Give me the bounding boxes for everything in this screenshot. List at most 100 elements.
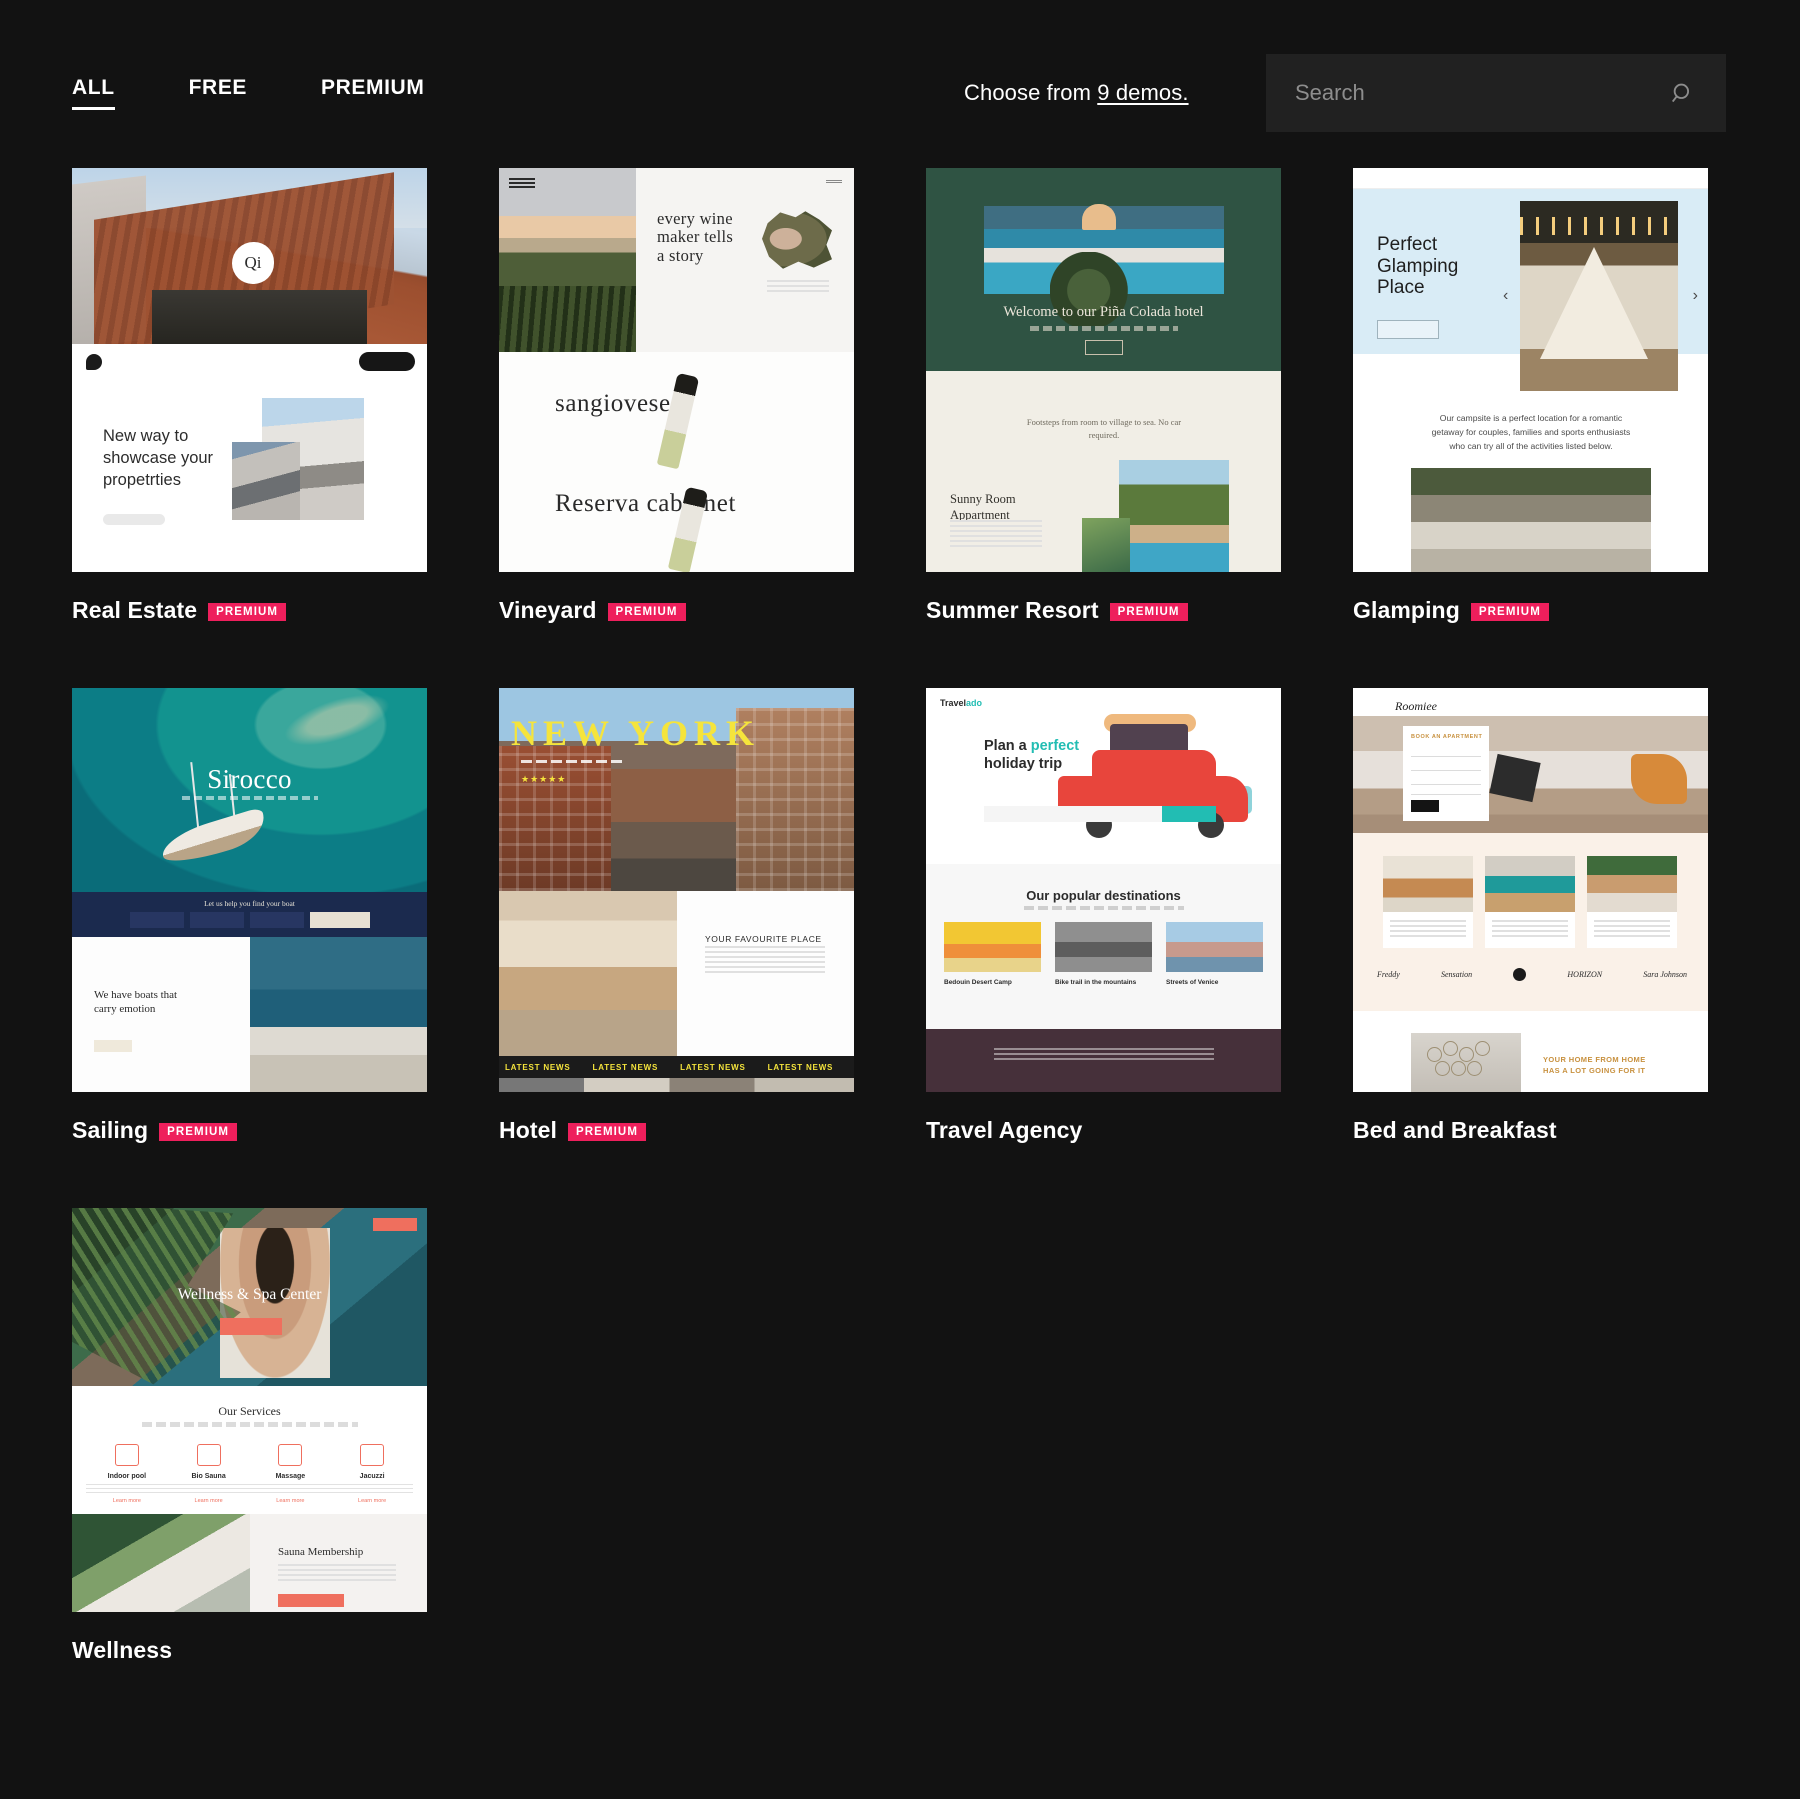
tab-free[interactable]: FREE <box>189 76 247 110</box>
vineyard-wine-2-title: Reserva cabernet <box>555 490 737 517</box>
demo-title: Summer Resort <box>926 596 1099 623</box>
travel-section-title: Our popular destinations <box>1026 888 1181 903</box>
carousel-prev-icon: ‹ <box>1503 287 1509 304</box>
sailing-search-field-1 <box>130 912 184 928</box>
wellness-membership-title: Sauna Membership <box>278 1546 364 1558</box>
bnb-feature-cards <box>1383 856 1677 948</box>
form-field <box>1411 770 1481 771</box>
demo-card-travel-agency[interactable]: Travelado Plan a perfect holiday trip Ou… <box>926 688 1281 1146</box>
hotel-section-title: YOUR FAVOURITE PLACE <box>705 934 822 944</box>
nav-cta-button <box>359 352 415 371</box>
glamping-cta-button <box>1377 320 1439 339</box>
mirror-ring <box>1427 1047 1442 1062</box>
travel-logo-accent: ado <box>966 698 983 708</box>
sailing-search-field-3 <box>250 912 304 928</box>
real-estate-headline: New way to showcase your propetrties <box>103 427 214 489</box>
demo-card-sailing[interactable]: Sirocco Let us help you find your boat W… <box>72 688 427 1146</box>
demo-thumbnail-hotel[interactable]: NEW YORK ★★★★★ YOUR FAVOURITE PLACE LATE… <box>499 688 854 1092</box>
building-left <box>499 746 611 891</box>
demo-title: Sailing <box>72 1116 149 1143</box>
demo-count-link[interactable]: 9 demos. <box>1097 80 1188 105</box>
demo-thumbnail-travel-agency[interactable]: Travelado Plan a perfect holiday trip Ou… <box>926 688 1281 1092</box>
wellness-contact-button <box>373 1218 417 1231</box>
service-item: Jacuzzi Learn more <box>331 1444 413 1504</box>
resort-photo-1 <box>1119 460 1229 572</box>
demo-thumbnail-vineyard[interactable]: every wine maker tells a story sangioves… <box>499 168 854 572</box>
demo-thumbnail-summer-resort[interactable]: Welcome to our Piña Colada hotel Footste… <box>926 168 1281 572</box>
sailing-headline: We have boats that carry emotion <box>94 989 178 1016</box>
orange-pillow <box>1631 754 1687 804</box>
mirror-ring <box>1443 1041 1458 1056</box>
demo-title: Real Estate <box>72 596 198 623</box>
service-desc <box>86 1484 168 1493</box>
form-field <box>1411 756 1481 757</box>
demo-title: Vineyard <box>499 596 597 623</box>
demo-caption: Glamping PREMIUM <box>1353 594 1708 626</box>
wellness-service-list: Indoor pool Learn more Bio Sauna Learn m… <box>86 1444 413 1504</box>
mirror-ring <box>1459 1047 1474 1062</box>
bnb-form-title: BOOK AN APARTMENT <box>1411 734 1483 740</box>
search-box[interactable] <box>1266 54 1726 132</box>
bio-sauna-icon <box>196 1444 221 1466</box>
wellness-title: Wellness & Spa Center <box>177 1286 322 1303</box>
demo-caption: Real Estate PREMIUM <box>72 594 427 626</box>
demo-thumbnail-sailing[interactable]: Sirocco Let us help you find your boat W… <box>72 688 427 1092</box>
feature-photo <box>1587 856 1677 912</box>
tab-premium[interactable]: PREMIUM <box>321 76 424 110</box>
premium-badge: PREMIUM <box>1470 602 1549 622</box>
demo-card-wellness[interactable]: Wellness & Spa Center Our Services Indoo… <box>72 1208 427 1666</box>
demo-card-real-estate[interactable]: Qi New way to showcase your propetrties <box>72 168 427 626</box>
demo-count-prefix: Choose from <box>964 80 1098 105</box>
glamping-headline: Perfect Glamping Place <box>1377 234 1459 299</box>
destination-title: Bike trail in the mountains <box>1055 979 1137 986</box>
bnb-bottom-section <box>1353 1011 1708 1092</box>
service-link: Learn more <box>358 1498 387 1504</box>
destination-photo <box>944 922 1041 972</box>
demo-caption: Vineyard PREMIUM <box>499 594 854 626</box>
brand-mark-icon <box>86 354 102 370</box>
demo-title: Glamping <box>1353 596 1460 623</box>
glamping-navbar <box>1353 168 1708 189</box>
demo-card-hotel[interactable]: NEW YORK ★★★★★ YOUR FAVOURITE PLACE LATE… <box>499 688 854 1146</box>
demo-thumbnail-bed-and-breakfast[interactable]: Roomiee BOOK AN APARTMENT Freddy Sensati… <box>1353 688 1708 1092</box>
hotel-room-photo <box>499 891 677 1056</box>
service-desc <box>167 1484 250 1493</box>
tab-all[interactable]: ALL <box>72 76 115 110</box>
brand-logo: Sensation <box>1440 970 1473 979</box>
demo-caption: Travel Agency <box>926 1114 1281 1146</box>
demo-card-glamping[interactable]: Perfect Glamping Place ‹ › Our campsite … <box>1353 168 1708 626</box>
demo-card-vineyard[interactable]: every wine maker tells a story sangioves… <box>499 168 854 626</box>
search-icon[interactable] <box>1670 81 1696 107</box>
mirror-ring <box>1475 1041 1490 1056</box>
demo-thumbnail-glamping[interactable]: Perfect Glamping Place ‹ › Our campsite … <box>1353 168 1708 572</box>
feature-text <box>1587 912 1677 948</box>
service-item: Bio Sauna Learn more <box>167 1444 250 1504</box>
demo-count-text: Choose from 9 demos. <box>964 80 1189 106</box>
demo-grid: Qi New way to showcase your propetrties <box>72 168 1732 1666</box>
brand-logo: Sara Johnson <box>1643 970 1687 979</box>
demo-caption: Bed and Breakfast <box>1353 1114 1708 1146</box>
sailing-deck-photo <box>250 937 427 1092</box>
glamping-people-photo <box>1411 468 1651 572</box>
wellness-section-subtitle <box>142 1422 358 1427</box>
service-name: Bio Sauna <box>191 1473 226 1480</box>
demo-thumbnail-real-estate[interactable]: Qi New way to showcase your propetrties <box>72 168 427 572</box>
building-ground-floor <box>152 290 367 344</box>
demo-card-bed-and-breakfast[interactable]: Roomiee BOOK AN APARTMENT Freddy Sensati… <box>1353 688 1708 1146</box>
demo-thumbnail-wellness[interactable]: Wellness & Spa Center Our Services Indoo… <box>72 1208 427 1612</box>
service-item: Massage Learn more <box>249 1444 332 1504</box>
mirror-ring <box>1467 1061 1482 1076</box>
form-field <box>1411 794 1481 795</box>
destination-title: Streets of Venice <box>1166 979 1219 986</box>
vineyard-hero-paragraph <box>767 280 829 295</box>
demo-card-summer-resort[interactable]: Welcome to our Piña Colada hotel Footste… <box>926 168 1281 626</box>
ticker-item: LATEST NEWS <box>680 1062 746 1072</box>
real-estate-cta-button <box>103 514 165 525</box>
demo-title: Hotel <box>499 1116 557 1143</box>
travel-logo-text: Travel <box>940 698 967 708</box>
premium-badge: PREMIUM <box>159 1122 238 1142</box>
summer-resort-note: Footsteps from room to village to sea. N… <box>1026 417 1182 440</box>
real-estate-hero-photo: Qi <box>72 168 427 352</box>
search-input[interactable] <box>1266 54 1666 132</box>
premium-badge: PREMIUM <box>607 602 686 622</box>
